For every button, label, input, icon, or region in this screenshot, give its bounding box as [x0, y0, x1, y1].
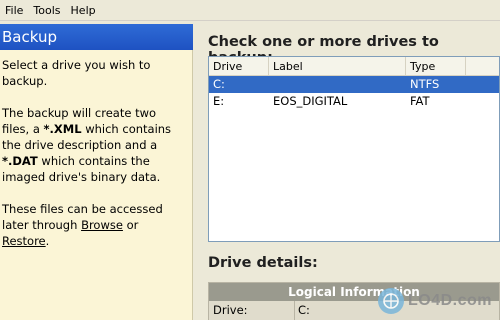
- watermark-text: LO4D.com: [407, 292, 492, 309]
- globe-icon: [377, 288, 404, 314]
- drive-label: [269, 76, 406, 93]
- column-label[interactable]: Label: [269, 57, 406, 75]
- drive-letter: C:: [213, 77, 225, 91]
- restore-link[interactable]: Restore: [2, 234, 46, 248]
- watermark-logo: LO4D.com: [377, 288, 492, 314]
- pane-title: Backup: [0, 24, 193, 50]
- text-fragment: or: [122, 218, 139, 232]
- menu-file[interactable]: File: [0, 0, 28, 21]
- info-key: Drive:: [209, 301, 295, 320]
- dat-extension: *.DAT: [2, 154, 38, 168]
- drive-list[interactable]: Drive Label Type C: NTFS E: EOS_DIGITAL …: [208, 56, 500, 242]
- column-type[interactable]: Type: [406, 57, 466, 75]
- main-panel: Check one or more drives to backup: Driv…: [194, 24, 500, 320]
- backup-explanation: The backup will create two files, a *.XM…: [2, 105, 186, 185]
- drive-type: NTFS: [410, 77, 440, 91]
- drive-type: FAT: [410, 94, 430, 108]
- task-pane: Backup Select a drive you wish to backup…: [0, 24, 193, 320]
- column-drive[interactable]: Drive: [209, 57, 269, 75]
- column-filler: [466, 57, 499, 75]
- browse-link[interactable]: Browse: [81, 218, 123, 232]
- menu-bar: File Tools Help: [0, 0, 500, 21]
- pane-description: Select a drive you wish to backup. The b…: [0, 50, 192, 249]
- drive-letter: E:: [213, 94, 225, 108]
- menu-help[interactable]: Help: [66, 0, 101, 21]
- list-header: Drive Label Type: [209, 57, 499, 76]
- instruction-text: Select a drive you wish to backup.: [2, 58, 151, 88]
- xml-extension: *.XML: [43, 122, 82, 136]
- drive-row[interactable]: C: NTFS: [209, 76, 499, 93]
- drive-label: EOS_DIGITAL: [273, 94, 348, 108]
- access-note: These files can be accessed later throug…: [2, 201, 186, 249]
- menu-tools[interactable]: Tools: [28, 0, 65, 21]
- text-fragment: .: [45, 234, 50, 248]
- details-section-title: Drive details:: [208, 255, 318, 271]
- drive-row[interactable]: E: EOS_DIGITAL FAT: [209, 93, 499, 110]
